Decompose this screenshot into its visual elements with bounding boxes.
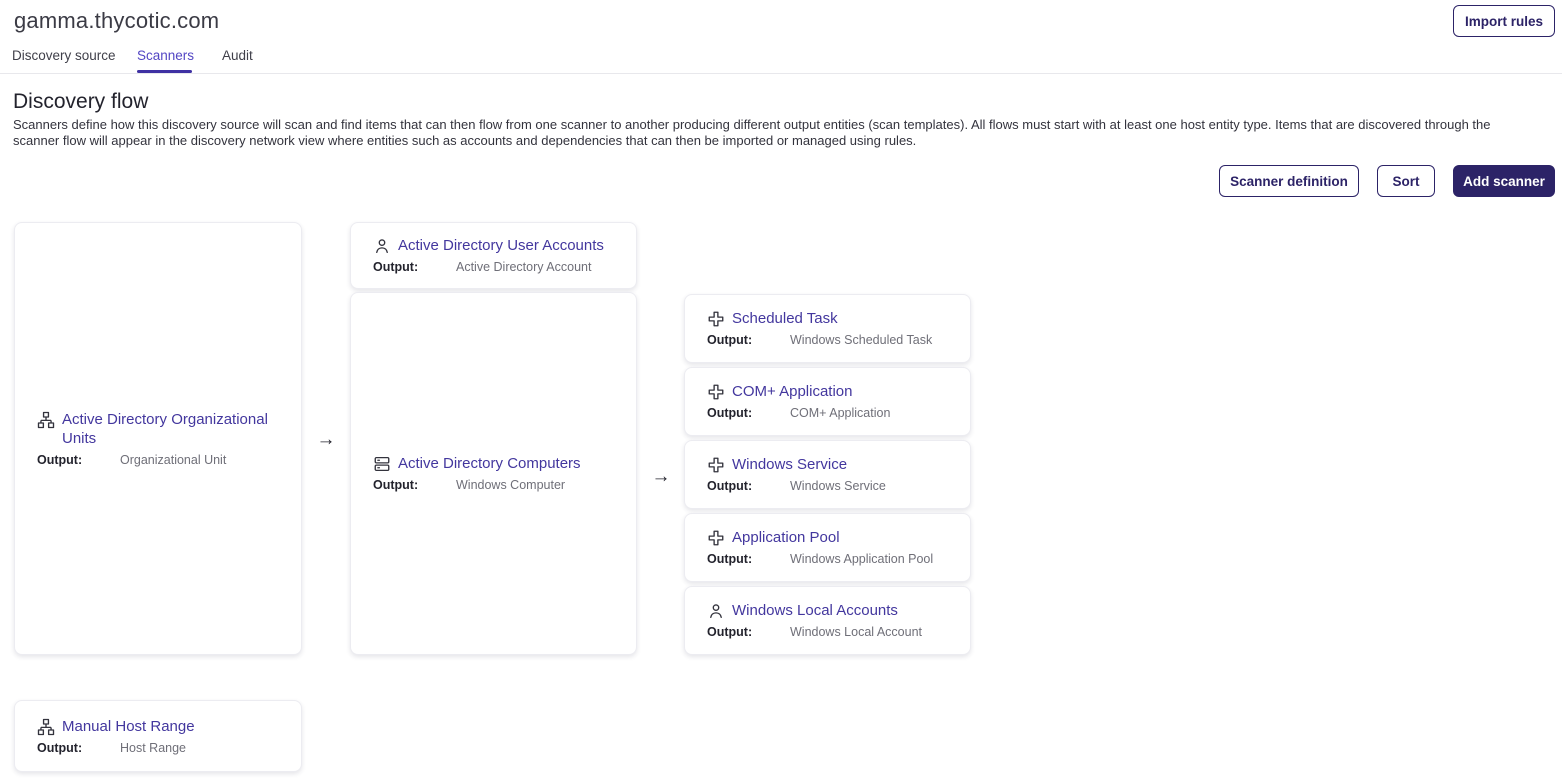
output-label: Output:	[373, 260, 456, 275]
scanner-link-com-application[interactable]: COM+ Application	[732, 382, 852, 401]
add-scanner-button[interactable]: Add scanner	[1453, 165, 1555, 197]
tab-discovery-source[interactable]: Discovery source	[12, 48, 116, 63]
person-icon	[707, 602, 725, 620]
sort-button[interactable]: Sort	[1377, 165, 1435, 197]
output-value: Windows Application Pool	[790, 552, 933, 567]
output-value: Active Directory Account	[456, 260, 591, 275]
scanner-card-ad-user-accounts[interactable]: Active Directory User Accounts Output: A…	[350, 222, 637, 289]
output-value: Windows Service	[790, 479, 886, 494]
output-label: Output:	[707, 333, 790, 348]
sitemap-icon	[37, 411, 55, 429]
scanner-card-ad-computers[interactable]: Active Directory Computers Output: Windo…	[350, 292, 637, 655]
scanner-card-com-application[interactable]: COM+ Application Output: COM+ Applicatio…	[684, 367, 971, 436]
output-label: Output:	[707, 479, 790, 494]
output-label: Output:	[707, 406, 790, 421]
tabs-divider	[0, 73, 1562, 74]
scanner-card-manual-host-range[interactable]: Manual Host Range Output: Host Range	[14, 700, 302, 772]
output-label: Output:	[37, 741, 120, 756]
output-label: Output:	[707, 552, 790, 567]
person-icon	[373, 237, 391, 255]
tab-audit[interactable]: Audit	[222, 48, 253, 63]
output-label: Output:	[373, 478, 456, 493]
scanner-link-windows-local-accounts[interactable]: Windows Local Accounts	[732, 601, 898, 620]
scanner-link-application-pool[interactable]: Application Pool	[732, 528, 840, 547]
dependency-icon	[707, 310, 725, 328]
output-value: Windows Computer	[456, 478, 565, 493]
output-value: COM+ Application	[790, 406, 890, 421]
scanner-link-manual-host-range[interactable]: Manual Host Range	[62, 717, 195, 736]
dependency-icon	[707, 456, 725, 474]
output-value: Organizational Unit	[120, 453, 226, 468]
scanner-link-windows-service[interactable]: Windows Service	[732, 455, 847, 474]
scanner-card-windows-local-accounts[interactable]: Windows Local Accounts Output: Windows L…	[684, 586, 971, 655]
server-icon	[373, 455, 391, 473]
scanner-definition-button[interactable]: Scanner definition	[1219, 165, 1359, 197]
section-description: Scanners define how this discovery sourc…	[13, 117, 1529, 149]
sitemap-icon	[37, 718, 55, 736]
scanner-link-scheduled-task[interactable]: Scheduled Task	[732, 309, 838, 328]
scanner-card-windows-service[interactable]: Windows Service Output: Windows Service	[684, 440, 971, 509]
page-title: gamma.thycotic.com	[14, 8, 219, 34]
flow-arrow-right-icon: →	[650, 466, 672, 488]
flow-arrow-right-icon: →	[315, 429, 337, 451]
import-rules-button[interactable]: Import rules	[1453, 5, 1555, 37]
output-label: Output:	[37, 453, 120, 468]
discovery-flow-page: gamma.thycotic.com Import rules Discover…	[0, 0, 1562, 784]
output-value: Windows Local Account	[790, 625, 922, 640]
output-value: Host Range	[120, 741, 186, 756]
scanner-link-ad-computers[interactable]: Active Directory Computers	[398, 454, 581, 473]
tab-scanners[interactable]: Scanners	[137, 48, 194, 63]
scanner-card-ad-organizational-units[interactable]: Active Directory Organizational Units Ou…	[14, 222, 302, 655]
scanner-card-scheduled-task[interactable]: Scheduled Task Output: Windows Scheduled…	[684, 294, 971, 363]
output-value: Windows Scheduled Task	[790, 333, 932, 348]
scanner-card-application-pool[interactable]: Application Pool Output: Windows Applica…	[684, 513, 971, 582]
dependency-icon	[707, 529, 725, 547]
dependency-icon	[707, 383, 725, 401]
output-label: Output:	[707, 625, 790, 640]
section-heading: Discovery flow	[13, 90, 148, 114]
scanner-link-ad-user-accounts[interactable]: Active Directory User Accounts	[398, 236, 604, 255]
scanner-link-ad-organizational-units[interactable]: Active Directory Organizational Units	[62, 410, 279, 448]
